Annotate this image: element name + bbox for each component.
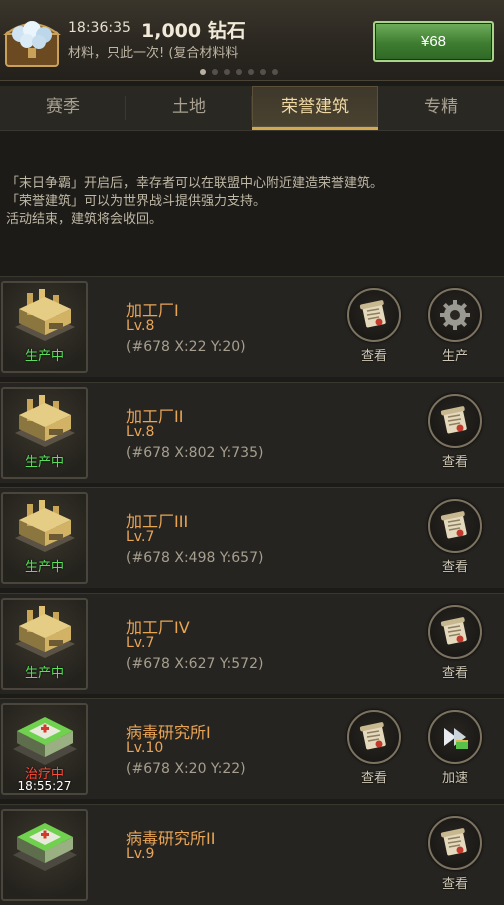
building-thumbnail[interactable]: 治疗中 18:55:27 [1, 703, 88, 795]
info-description: 「末日争霸」开启后，幸存者可以在联盟中心附近建造荣誉建筑。 「荣誉建筑」可以为世… [6, 175, 383, 229]
view-label: 查看 [441, 454, 468, 470]
building-coordinates[interactable]: (#678 X:22 Y:20) [126, 339, 246, 355]
status-label: 生产中 [24, 349, 64, 364]
building-row: 生产中 加工厂I Lv.8 (#678 X:22 Y:20) 查看 生产 [0, 276, 504, 377]
offer-countdown: 18:36:35 [68, 20, 131, 36]
buy-button[interactable]: ¥68 [373, 21, 494, 62]
gear-icon [428, 288, 482, 342]
tab-land[interactable]: 土地 [126, 86, 252, 130]
page-dot [200, 69, 206, 75]
promo-banner[interactable]: 18:36:35 1,000 钻石 材料，只此一次! (复合材料料 ¥68 [0, 0, 504, 81]
building-level: Lv.10 [126, 740, 164, 756]
building-coordinates[interactable]: (#678 X:498 Y:657) [126, 550, 263, 566]
tab-bar: 赛季 土地 荣誉建筑 专精 [0, 86, 504, 131]
status-label: 生产中 [24, 665, 64, 681]
view-button[interactable]: 查看 [344, 710, 404, 786]
tab-honor-buildings[interactable]: 荣誉建筑 [252, 86, 378, 130]
building-thumbnail[interactable]: 生产中 [1, 386, 88, 479]
building-coordinates[interactable]: (#678 X:20 Y:22) [126, 761, 246, 777]
tab-season[interactable]: 赛季 [0, 86, 126, 130]
description-line: 活动结束，建筑将会收回。 [6, 212, 163, 227]
view-button[interactable]: 查看 [425, 393, 485, 470]
building-level: Lv.8 [126, 318, 155, 334]
scroll-icon [428, 499, 482, 553]
view-label: 查看 [441, 665, 468, 681]
building-row: 生产中 加工厂III Lv.7 (#678 X:498 Y:657) 查看 [0, 487, 504, 588]
building-coordinates[interactable]: (#678 X:802 Y:735) [126, 445, 263, 461]
status-label: 生产中 [24, 560, 64, 575]
view-label: 查看 [441, 876, 468, 892]
speedup-button[interactable]: 加速 [425, 710, 485, 786]
building-level: Lv.7 [126, 634, 155, 651]
view-label: 查看 [441, 560, 468, 575]
page-dot [212, 69, 218, 75]
tab-label: 赛季 [46, 97, 80, 117]
description-line: 「末日争霸」开启后，幸存者可以在联盟中心附近建造荣誉建筑。 [6, 176, 384, 191]
building-level: Lv.7 [126, 529, 155, 545]
building-row: 治疗中 18:55:27 病毒研究所I Lv.10 (#678 X:20 Y:22) … [0, 698, 504, 799]
scroll-icon [428, 393, 482, 448]
page-dot [236, 69, 242, 75]
offer-description: 材料，只此一次! (复合材料料 [68, 46, 239, 61]
building-row: 生产中 加工厂II Lv.8 (#678 X:802 Y:735) 查看 [0, 381, 504, 483]
page-dot [248, 69, 254, 75]
building-thumbnail[interactable]: 生产中 [1, 492, 88, 584]
tab-label: 专精 [424, 97, 458, 117]
scroll-icon [347, 710, 401, 764]
description-line: 「荣誉建筑」可以为世界战斗提供强力支持。 [6, 194, 267, 209]
page-dot [260, 69, 266, 75]
scroll-icon [428, 604, 482, 659]
building-thumbnail[interactable] [1, 808, 88, 901]
speedup-label: 加速 [441, 771, 468, 786]
building-level: Lv.8 [126, 423, 155, 440]
view-label: 查看 [360, 349, 387, 364]
view-button[interactable]: 查看 [344, 288, 404, 364]
view-button[interactable]: 查看 [425, 815, 485, 892]
offer-amount: 1,000 钻石 [141, 20, 246, 42]
tab-label: 土地 [172, 97, 206, 117]
banner-page-indicator [200, 69, 278, 75]
tab-label: 荣誉建筑 [281, 97, 349, 117]
status-label: 生产中 [24, 454, 64, 470]
building-coordinates[interactable]: (#678 X:627 Y:572) [126, 656, 263, 672]
scroll-icon [428, 815, 482, 870]
view-button[interactable]: 查看 [425, 604, 485, 681]
building-row: 病毒研究所II Lv.9 查看 [0, 803, 504, 905]
scroll-icon [347, 288, 401, 342]
building-thumbnail[interactable]: 生产中 [1, 597, 88, 690]
page-dot [224, 69, 230, 75]
produce-button[interactable]: 生产 [425, 288, 485, 364]
tab-mastery[interactable]: 专精 [378, 86, 504, 130]
view-label: 查看 [360, 771, 387, 786]
fast-forward-icon [428, 710, 482, 764]
building-level: Lv.9 [126, 845, 155, 862]
building-row: 生产中 加工厂IV Lv.7 (#678 X:627 Y:572) 查看 [0, 592, 504, 694]
view-button[interactable]: 查看 [425, 499, 485, 575]
building-thumbnail[interactable]: 生产中 [1, 281, 88, 373]
status-timer: 18:55:27 [17, 779, 72, 793]
diamond-chest-icon [2, 8, 62, 70]
page-dot [272, 69, 278, 75]
produce-label: 生产 [441, 349, 468, 364]
